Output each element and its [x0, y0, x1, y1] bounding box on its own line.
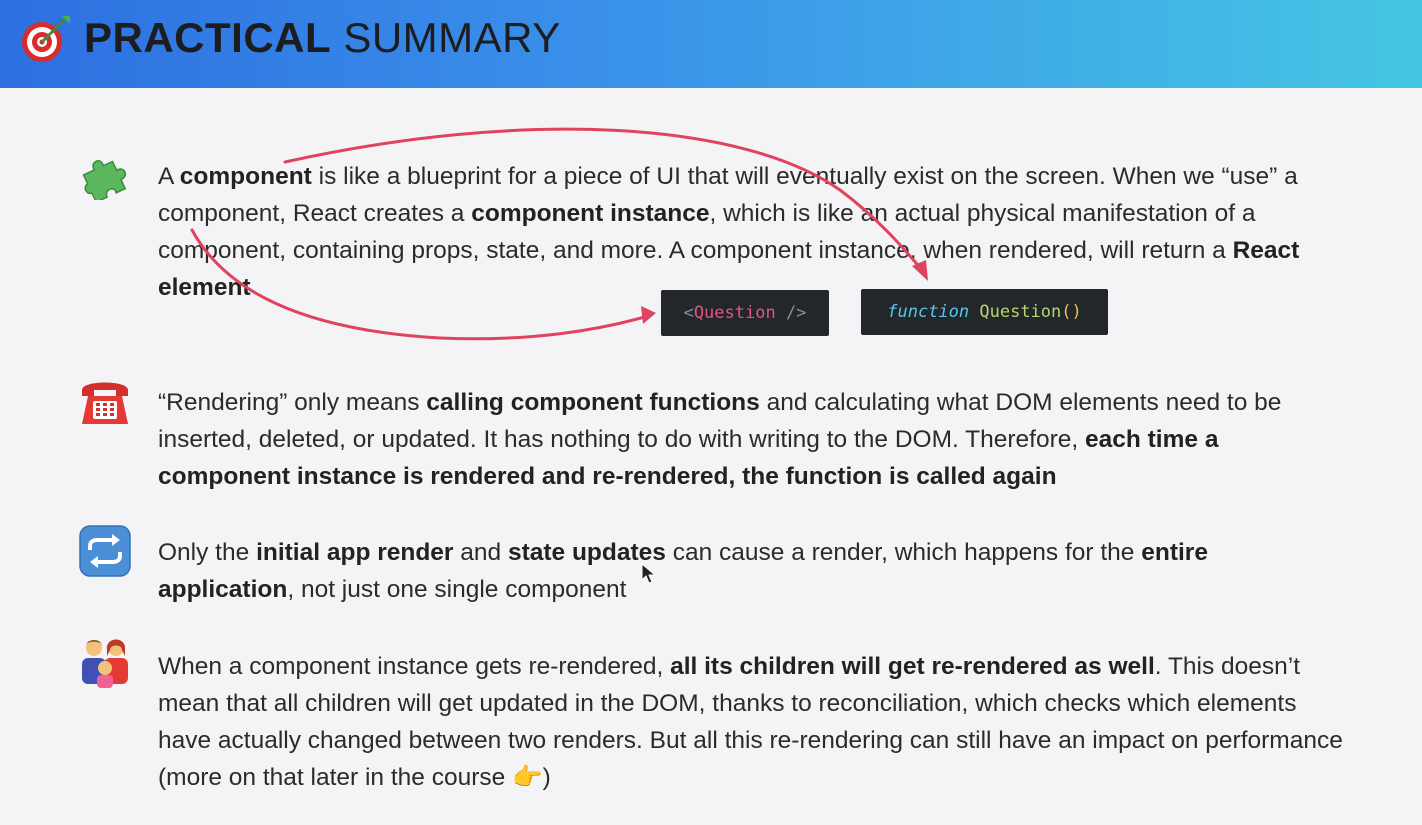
- text-segment: “Rendering” only means: [158, 389, 427, 416]
- page-title: PRACTICAL SUMMARY: [84, 14, 561, 62]
- text-segment: , not just one single component: [287, 576, 627, 603]
- title-light: SUMMARY: [331, 14, 561, 61]
- summary-text-rendering: “Rendering” only means calling component…: [158, 384, 1348, 495]
- code-tag-open: <: [683, 303, 694, 323]
- text-segment: can cause a render, which happens for th…: [665, 539, 1142, 566]
- mouse-cursor-icon: [641, 563, 657, 584]
- text-segment: A: [158, 163, 180, 190]
- repeat-arrows-icon: [79, 525, 131, 577]
- text-segment: ): [542, 764, 551, 791]
- arrowhead-tag: [641, 306, 656, 324]
- slide-header: PRACTICAL SUMMARY: [0, 0, 1422, 88]
- code-fn-name: Question: [969, 302, 1062, 322]
- code-fn-keyword: function: [887, 302, 970, 322]
- text-segment: Only the: [158, 539, 257, 566]
- bold-phrase: component: [179, 163, 312, 190]
- target-dart-icon: [22, 16, 70, 62]
- summary-text-render-triggers: Only the initial app render and state up…: [158, 534, 1348, 608]
- code-fn-parens: (): [1061, 302, 1082, 322]
- summary-text-children: When a component instance gets re-render…: [158, 648, 1348, 796]
- bold-phrase: all its children will get re-rendered as…: [670, 653, 1155, 680]
- text-segment: 👉: [512, 764, 543, 791]
- telephone-icon: [82, 382, 128, 424]
- code-tag-close: />: [775, 303, 807, 323]
- bold-phrase: initial app render: [256, 539, 454, 566]
- puzzle-piece-icon: [82, 160, 127, 200]
- title-bold: PRACTICAL: [84, 14, 332, 61]
- text-segment: When a component instance gets re-render…: [158, 653, 671, 680]
- bold-phrase: state updates: [507, 539, 666, 566]
- family-icon: [82, 639, 128, 688]
- code-tag-name: Question: [693, 303, 776, 323]
- bold-phrase: component instance: [471, 200, 710, 227]
- text-segment: and: [453, 539, 508, 566]
- jsx-tag-code-box: <Question />: [661, 290, 829, 336]
- function-code-box: function Question(): [861, 289, 1108, 335]
- summary-text-component: A component is like a blueprint for a pi…: [158, 158, 1348, 306]
- bold-phrase: calling component functions: [426, 389, 760, 416]
